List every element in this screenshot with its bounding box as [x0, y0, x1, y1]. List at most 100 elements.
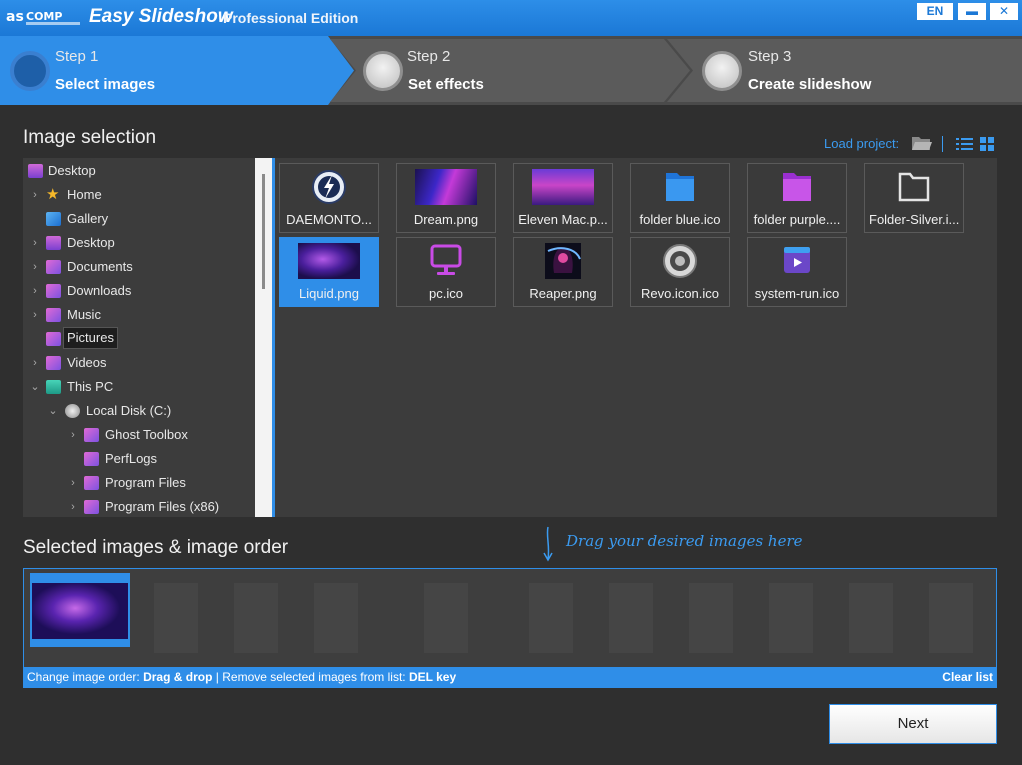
- image-tile[interactable]: DAEMONTO...: [279, 163, 379, 233]
- revo-icon: [663, 244, 697, 278]
- folder-icon: [84, 428, 99, 442]
- tree-item-label: PerfLogs: [105, 451, 158, 466]
- chevron-right-icon[interactable]: ›: [68, 496, 78, 517]
- chevron-right-icon[interactable]: ›: [30, 280, 40, 302]
- disk-icon: [65, 404, 80, 418]
- pictures-icon: [46, 332, 61, 346]
- image-caption: system-run.ico: [754, 286, 840, 301]
- placeholder-ghost: [424, 583, 468, 653]
- chevron-down-icon[interactable]: ⌄: [48, 400, 58, 422]
- step-1-name: Select images: [55, 76, 156, 93]
- step-3[interactable]: Step 3 Create slideshow: [667, 36, 1022, 105]
- image-caption: Liquid.png: [299, 286, 359, 301]
- svg-text:COMP: COMP: [26, 10, 62, 23]
- dream-wallpaper: [415, 169, 477, 205]
- chevron-right-icon[interactable]: ›: [30, 184, 40, 206]
- chevron-right-icon[interactable]: ›: [30, 232, 40, 254]
- app-title: Easy Slideshow: [89, 6, 233, 27]
- folder-open-icon[interactable]: [911, 134, 933, 152]
- image-tile[interactable]: Reaper.png: [513, 237, 613, 307]
- image-tile[interactable]: Liquid.png: [279, 237, 379, 307]
- tree-item-label: Local Disk (C:): [86, 403, 172, 418]
- selected-images-dropzone[interactable]: [23, 568, 997, 668]
- grid-view-icon[interactable]: [980, 137, 994, 151]
- language-button[interactable]: EN: [917, 3, 953, 20]
- tree-item-label: Downloads: [67, 283, 132, 298]
- tree-item-label: This PC: [67, 379, 114, 394]
- image-caption: folder purple....: [753, 212, 841, 227]
- music-icon: [46, 308, 61, 322]
- image-tile[interactable]: Dream.png: [396, 163, 496, 233]
- drag-hint: Drag your desired images here: [566, 532, 803, 550]
- remove-hint-value: DEL key: [408, 670, 457, 684]
- step-2-name: Set effects: [408, 76, 484, 93]
- placeholder-ghost: [689, 583, 733, 653]
- image-tile[interactable]: Revo.icon.ico: [630, 237, 730, 307]
- step-2-number: Step 2: [407, 48, 451, 65]
- ascomp-logo: as COMP: [6, 9, 80, 25]
- chevron-right-icon[interactable]: ›: [30, 256, 40, 278]
- tree-item-label: Program Files: [105, 475, 186, 490]
- image-tile[interactable]: Eleven Mac.p...: [513, 163, 613, 233]
- image-caption: folder blue.ico: [639, 212, 721, 227]
- folder-icon: [84, 452, 99, 466]
- chevron-right-icon[interactable]: ›: [30, 352, 40, 374]
- image-tile[interactable]: folder purple....: [747, 163, 847, 233]
- step-1[interactable]: Step 1 Select images: [0, 36, 330, 105]
- tree-item-label: Music: [67, 307, 101, 322]
- step-3-name: Create slideshow: [748, 76, 872, 93]
- documents-icon: [46, 260, 61, 274]
- status-bar: Change image order: Drag & drop | Remove…: [23, 668, 997, 688]
- image-tile[interactable]: Folder-Silver.i...: [864, 163, 964, 233]
- view-separator: [942, 136, 943, 152]
- image-caption: Eleven Mac.p...: [518, 212, 608, 227]
- image-caption: pc.ico: [429, 286, 463, 301]
- liquid-wallpaper: [32, 583, 128, 639]
- videos-icon: [46, 356, 61, 370]
- step-1-number: Step 1: [55, 48, 99, 65]
- selected-image-liquid[interactable]: [30, 573, 130, 647]
- pc-icon: [430, 244, 462, 275]
- title-bar: as COMP Easy Slideshow Professional Edit…: [0, 0, 1022, 36]
- tree-scrollbar[interactable]: [255, 158, 272, 517]
- image-tile[interactable]: folder blue.ico: [630, 163, 730, 233]
- load-project-link[interactable]: Load project:: [824, 136, 899, 151]
- placeholder-ghost: [314, 583, 358, 653]
- chevron-right-icon[interactable]: ›: [30, 304, 40, 326]
- desktop-icon: [46, 236, 61, 250]
- remove-hint-label: Remove selected images from list:: [222, 670, 406, 684]
- placeholder-ghost: [849, 583, 893, 653]
- image-grid[interactable]: DAEMONTO... Dream.png Eleven Mac.p... fo…: [275, 158, 997, 517]
- order-hint-value: Drag & drop: [143, 670, 213, 684]
- folder-tree[interactable]: Desktop › ★ Home Gallery › Desktop › Doc…: [23, 158, 255, 517]
- star-icon: ★: [46, 186, 60, 203]
- clear-list-link[interactable]: Clear list: [942, 668, 993, 687]
- chevron-down-icon[interactable]: ⌄: [30, 376, 40, 398]
- step-3-indicator: [702, 51, 742, 91]
- status-hints: Change image order: Drag & drop | Remove…: [27, 668, 456, 687]
- status-separator: |: [215, 670, 219, 684]
- image-caption: Dream.png: [413, 212, 479, 227]
- image-caption: Revo.icon.ico: [640, 286, 720, 301]
- image-tile[interactable]: pc.ico: [396, 237, 496, 307]
- placeholder-ghost: [154, 583, 198, 653]
- close-button[interactable]: ✕: [990, 3, 1018, 20]
- chevron-right-icon[interactable]: ›: [68, 424, 78, 446]
- tree-item-label: Documents: [67, 259, 133, 274]
- tree-item-label: Videos: [67, 355, 107, 370]
- eleven-mac-wallpaper: [532, 169, 594, 205]
- chevron-right-icon[interactable]: ›: [68, 472, 78, 494]
- desktop-icon: [28, 164, 43, 178]
- minimize-button[interactable]: ▬: [958, 3, 986, 20]
- step-2[interactable]: Step 2 Set effects: [330, 36, 666, 105]
- step-bar: Step 1 Select images Step 2 Set effects …: [0, 36, 1022, 105]
- list-view-icon[interactable]: [956, 137, 973, 151]
- placeholder-ghost: [234, 583, 278, 653]
- tree-scrollbar-thumb[interactable]: [262, 174, 265, 289]
- tree-item-label: Ghost Toolbox: [105, 427, 188, 442]
- placeholder-ghost: [529, 583, 573, 653]
- placeholder-ghost: [769, 583, 813, 653]
- image-tile[interactable]: system-run.ico: [747, 237, 847, 307]
- next-button[interactable]: Next: [829, 704, 997, 744]
- folder-icon: [84, 476, 99, 490]
